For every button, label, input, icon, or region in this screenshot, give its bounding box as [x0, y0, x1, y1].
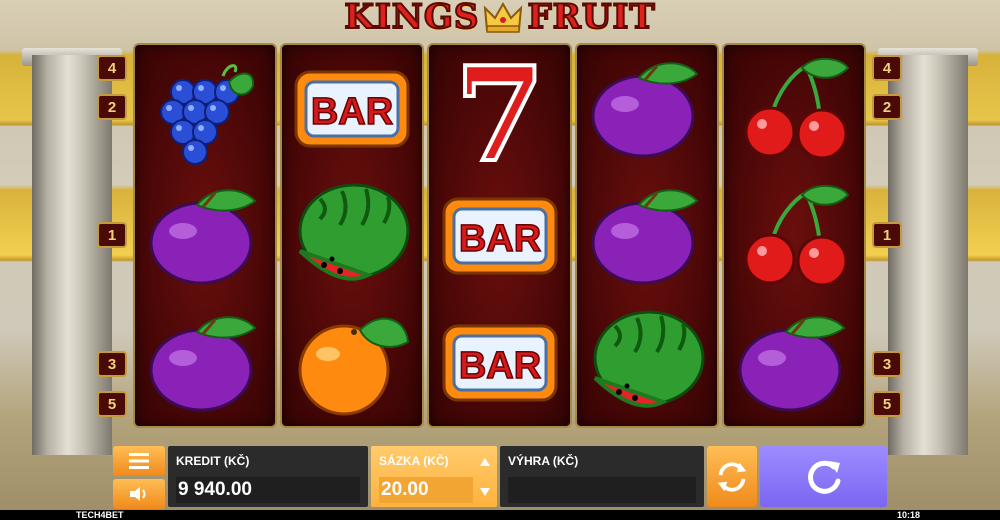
plum-symbol	[140, 177, 270, 295]
reel-1	[133, 43, 278, 428]
grapes-symbol	[140, 50, 270, 168]
reel-4	[574, 43, 719, 428]
bet-increase-button[interactable]	[475, 452, 495, 472]
payline-badge-left: 1	[97, 222, 127, 248]
svg-text:7: 7	[454, 52, 544, 166]
sound-button[interactable]	[113, 479, 165, 509]
bar-symbol: BAR	[435, 177, 565, 295]
reel-2: BAR	[280, 43, 425, 428]
menu-button[interactable]	[113, 446, 165, 476]
watermelon-symbol	[287, 177, 417, 295]
orange-symbol	[287, 304, 417, 422]
payline-badge-right: 5	[872, 391, 902, 417]
plum-symbol	[582, 50, 712, 168]
brand-label: TECH4BET	[76, 510, 124, 520]
clock-label: 10:18	[896, 510, 920, 520]
payline-badge-right: 2	[872, 94, 902, 120]
reel-3: 7 BAR BAR	[427, 43, 572, 428]
seven-symbol: 7	[435, 50, 565, 168]
bar-symbol: BAR	[435, 304, 565, 422]
bet-value: 20.00	[379, 477, 473, 503]
payline-badge-right: 1	[872, 222, 902, 248]
footer-bar: TECH4BET 10:18	[0, 510, 1000, 520]
win-value	[508, 477, 696, 503]
control-bar: KREDIT (KČ) 9 940.00 SÁZKA (KČ) 20.00 VÝ…	[0, 446, 1000, 510]
reel-5	[721, 43, 867, 428]
bet-stepper	[474, 452, 496, 502]
payline-badge-left: 2	[97, 94, 127, 120]
bet-label: SÁZKA (KČ)	[379, 454, 449, 468]
arrow-down-icon	[480, 488, 490, 496]
autoplay-button[interactable]	[707, 446, 757, 507]
reels-grid: BAR 7 BAR BAR	[133, 43, 867, 428]
arrow-up-icon	[480, 458, 490, 466]
credit-panel: KREDIT (KČ) 9 940.00	[168, 446, 368, 507]
plum-symbol	[729, 304, 859, 422]
watermelon-symbol	[582, 304, 712, 422]
svg-text:BAR: BAR	[458, 218, 540, 260]
win-label: VÝHRA (KČ)	[508, 454, 579, 468]
logo-word-kings: KINGS	[343, 0, 480, 38]
credit-value: 9 940.00	[176, 477, 360, 503]
crown-icon	[484, 1, 523, 33]
logo-word-fruit: FRUIT	[526, 0, 656, 38]
plum-symbol	[582, 177, 712, 295]
payline-badge-left: 5	[97, 391, 127, 417]
autoplay-cycle-icon	[717, 461, 747, 492]
credit-label: KREDIT (KČ)	[176, 454, 250, 468]
payline-badge-right: 4	[872, 55, 902, 81]
svg-text:BAR: BAR	[458, 345, 540, 387]
spin-icon	[807, 460, 840, 494]
svg-text:BAR: BAR	[311, 91, 393, 133]
payline-badge-right: 3	[872, 351, 902, 377]
spin-button[interactable]	[760, 446, 887, 507]
hamburger-menu-icon	[129, 453, 149, 469]
bar-symbol: BAR	[287, 50, 417, 168]
speaker-icon	[130, 487, 146, 501]
cherries-symbol	[729, 177, 859, 295]
win-panel: VÝHRA (KČ)	[500, 446, 704, 507]
plum-symbol	[140, 304, 270, 422]
cherries-symbol	[729, 50, 859, 168]
payline-badge-left: 4	[97, 55, 127, 81]
game-logo: KINGS FRUIT	[340, 0, 660, 40]
payline-badge-left: 3	[97, 351, 127, 377]
bet-decrease-button[interactable]	[475, 482, 495, 502]
